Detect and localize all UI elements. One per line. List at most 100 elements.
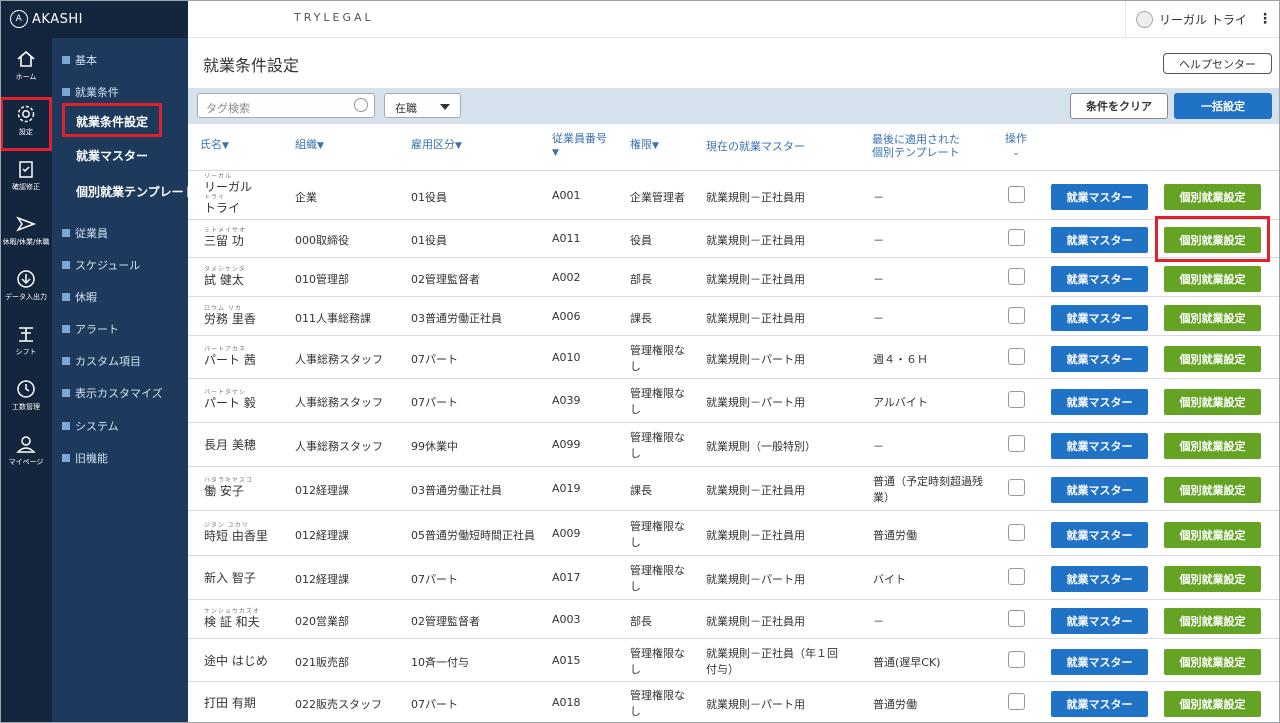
individual-settings-button[interactable]: 個別就業設定 — [1164, 477, 1261, 503]
rail-item-gear[interactable]: 設定 — [0, 97, 52, 151]
master-button[interactable]: 就業マスター — [1051, 691, 1148, 717]
individual-settings-button[interactable]: 個別就業設定 — [1164, 184, 1261, 210]
col-ops[interactable]: 操作 ⌄ — [1005, 132, 1027, 160]
user-name: リーガル トライ — [1159, 12, 1247, 27]
row-checkbox[interactable] — [1008, 307, 1025, 324]
logo[interactable]: A AKASHI — [0, 0, 188, 38]
submenu-settings[interactable]: 就業条件設定 — [62, 103, 162, 137]
rail-item-download[interactable]: データ入出力 — [0, 262, 52, 316]
col-org[interactable]: 組織▼ — [295, 138, 324, 153]
row-checkbox[interactable] — [1008, 479, 1025, 496]
template-cell: － — [873, 191, 884, 204]
master-button[interactable]: 就業マスター — [1051, 266, 1148, 292]
master-button[interactable]: 就業マスター — [1051, 566, 1148, 592]
master-button[interactable]: 就業マスター — [1051, 649, 1148, 675]
employee-name: ケンショウカズオ検 証 和夫 — [204, 608, 260, 629]
rail-item-plane[interactable]: 休暇/休業/休職 — [0, 207, 52, 261]
row-checkbox[interactable] — [1008, 693, 1025, 710]
more-icon[interactable]: ⋮ — [1258, 11, 1272, 27]
employee-no-cell: A015 — [552, 654, 581, 667]
master-button[interactable]: 就業マスター — [1051, 227, 1148, 253]
individual-settings-button[interactable]: 個別就業設定 — [1164, 608, 1261, 634]
clear-conditions-button[interactable]: 条件をクリア — [1070, 93, 1168, 119]
role-cell: 企業管理者 — [630, 191, 685, 204]
employee-name: 新入 智子 — [204, 571, 256, 585]
master-button[interactable]: 就業マスター — [1051, 477, 1148, 503]
rail-item-shift[interactable]: シフト — [0, 317, 52, 371]
search-icon[interactable] — [354, 98, 368, 112]
role-cell: 役員 — [630, 234, 652, 247]
submenu-item[interactable]: アラート — [62, 321, 119, 337]
individual-settings-button[interactable]: 個別就業設定 — [1164, 433, 1261, 459]
row-checkbox[interactable] — [1008, 186, 1025, 203]
individual-settings-button[interactable]: 個別就業設定 — [1164, 691, 1261, 717]
employee-name: タメシケンタ試 健太 — [204, 266, 246, 287]
employment-cell: 02管理監督者 — [411, 273, 480, 286]
master-cell: 就業規則（一般特別） — [706, 440, 816, 453]
master-button[interactable]: 就業マスター — [1051, 184, 1148, 210]
col-employment[interactable]: 雇用区分▼ — [411, 138, 462, 153]
employee-name: ジタン ユカリ 時短 由香里 — [204, 522, 268, 543]
status-select[interactable]: 在職 — [384, 93, 461, 118]
row-checkbox[interactable] — [1008, 268, 1025, 285]
clock-icon — [17, 380, 35, 398]
rail-item-home[interactable]: ホーム — [0, 42, 52, 96]
rail-item-person[interactable]: マイページ — [0, 427, 52, 481]
row-checkbox[interactable] — [1008, 651, 1025, 668]
submenu-item[interactable]: システム — [62, 418, 119, 434]
row-checkbox[interactable] — [1008, 348, 1025, 365]
row-checkbox[interactable] — [1008, 229, 1025, 246]
square-icon — [62, 261, 70, 269]
master-button[interactable]: 就業マスター — [1051, 522, 1148, 548]
submenu-item[interactable]: 休暇 — [62, 289, 97, 305]
bulk-settings-button[interactable]: 一括設定 — [1174, 93, 1272, 119]
individual-settings-button[interactable]: 個別就業設定 — [1164, 266, 1261, 292]
master-button[interactable]: 就業マスター — [1051, 305, 1148, 331]
employee-name: ロウム リカ 労務 里香 — [204, 305, 256, 326]
individual-settings-button[interactable]: 個別就業設定 — [1164, 522, 1261, 548]
org-cell: 012経理課 — [295, 573, 349, 586]
individual-settings-button[interactable]: 個別就業設定 — [1164, 649, 1261, 675]
col-name[interactable]: 氏名▼ — [200, 138, 229, 153]
master-cell: 就業規則－パート用 — [706, 396, 805, 409]
individual-settings-button[interactable]: 個別就業設定 — [1164, 566, 1261, 592]
employment-cell: 99休業中 — [411, 440, 458, 453]
master-button[interactable]: 就業マスター — [1051, 389, 1148, 415]
master-button[interactable]: 就業マスター — [1051, 433, 1148, 459]
employee-no-cell: A006 — [552, 310, 581, 323]
col-role[interactable]: 権限▼ — [630, 138, 659, 153]
submenu-master[interactable]: 就業マスター — [62, 141, 162, 170]
shift-icon — [19, 327, 33, 342]
square-icon — [62, 422, 70, 430]
tag-search-input[interactable]: タグ検索 — [197, 93, 375, 118]
user-menu[interactable]: リーガル トライ ⋮ — [1125, 0, 1280, 38]
submenu-shugyo[interactable]: 就業条件 — [62, 84, 119, 100]
sort-arrow-icon: ▼ — [652, 141, 659, 151]
col-employee-no[interactable]: 従業員番号 ▼ — [552, 132, 607, 160]
submenu-item[interactable]: 表示カスタマイズ — [62, 385, 163, 401]
submenu-item[interactable]: スケジュール — [62, 257, 140, 273]
individual-settings-button[interactable]: 個別就業設定 — [1164, 346, 1261, 372]
row-checkbox[interactable] — [1008, 391, 1025, 408]
table-row: リーガル リーガル トライ トライ 企業 01役員 A001 企業管理者 就業規則－正社員用 － 就… — [188, 171, 1280, 220]
submenu-kihon[interactable]: 基本 — [62, 52, 97, 68]
rail-item-clipboard[interactable]: 確認修正 — [0, 152, 52, 206]
individual-settings-button[interactable]: 個別就業設定 — [1164, 389, 1261, 415]
employee-name: 途中 はじめ — [204, 654, 268, 668]
master-button[interactable]: 就業マスター — [1051, 608, 1148, 634]
row-checkbox[interactable] — [1008, 435, 1025, 452]
row-checkbox[interactable] — [1008, 568, 1025, 585]
role-cell: 課長 — [630, 312, 652, 325]
row-checkbox[interactable] — [1008, 610, 1025, 627]
org-cell: 人事総務スタッフ — [295, 440, 383, 453]
table-row: パートアカネ パート 茜 人事総務スタッフ 07パート A010 管理権限なし 就業規則－パ… — [188, 336, 1280, 379]
submenu-item[interactable]: カスタム項目 — [62, 353, 141, 369]
master-button[interactable]: 就業マスター — [1051, 346, 1148, 372]
row-checkbox[interactable] — [1008, 524, 1025, 541]
help-center-button[interactable]: ヘルプセンター — [1163, 53, 1272, 74]
individual-settings-button[interactable]: 個別就業設定 — [1164, 305, 1261, 331]
employee-no-cell: A019 — [552, 482, 581, 495]
submenu-item[interactable]: 従業員 — [62, 225, 108, 241]
rail-item-clock[interactable]: 工数管理 — [0, 372, 52, 426]
submenu-item[interactable]: 旧機能 — [62, 450, 108, 466]
